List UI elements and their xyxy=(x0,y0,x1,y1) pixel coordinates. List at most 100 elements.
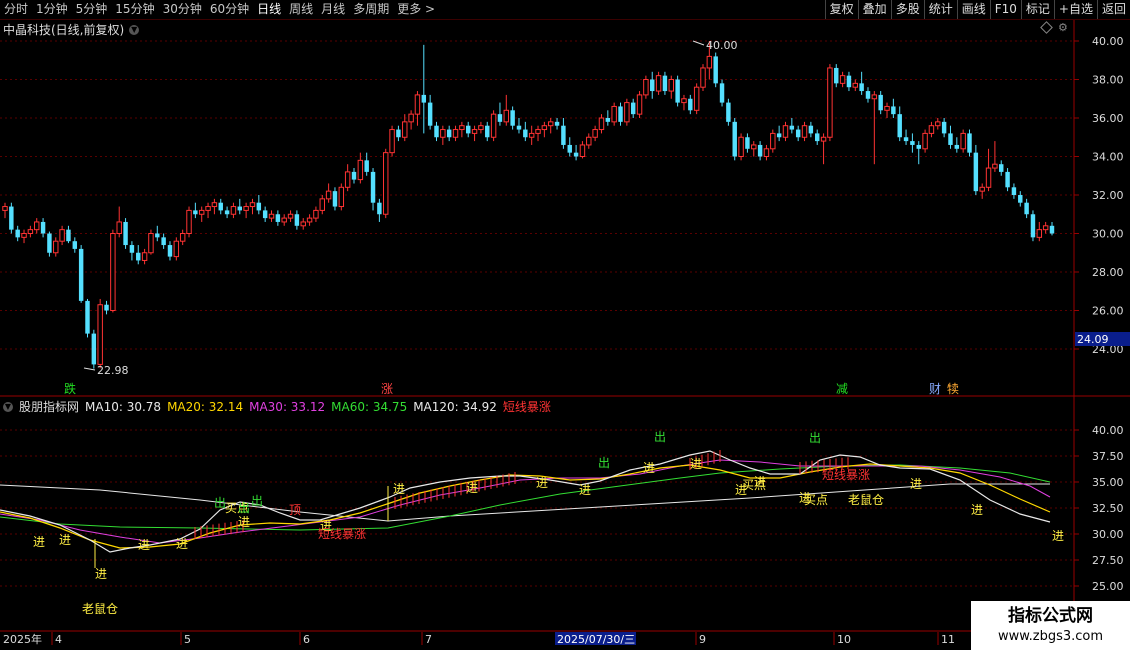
period-tab[interactable]: 1分钟 xyxy=(32,0,72,19)
candle-body xyxy=(827,67,833,138)
candle-body xyxy=(859,83,864,92)
period-tab[interactable]: 分时 xyxy=(0,0,32,19)
period-tab[interactable]: 5分钟 xyxy=(72,0,112,19)
indicator-axis-label: 37.50 xyxy=(1092,450,1124,463)
candle-body xyxy=(408,113,414,123)
gear-icon[interactable]: ⚙ xyxy=(1058,21,1068,34)
candle-body xyxy=(1049,225,1055,234)
toolbar-action-button[interactable]: 标记 xyxy=(1020,0,1054,19)
candle-body xyxy=(510,110,515,126)
candle-body xyxy=(839,75,846,84)
candle-body xyxy=(198,209,205,215)
candle-body xyxy=(148,233,154,254)
event-marker-fall[interactable]: 跌 xyxy=(64,381,76,396)
candle-body xyxy=(446,129,452,138)
price-axis-labels: 40.00 38.00 36.00 34.00 32.00 30.00 28.00 26.00… xyxy=(1074,35,1124,356)
event-marker-rise[interactable]: 涨 xyxy=(381,381,393,396)
candle-body xyxy=(1011,187,1017,195)
signal-in: 进 xyxy=(238,515,250,529)
toolbar: 分时 1分钟 5分钟 15分钟 30分钟 60分钟 日线 周线 月线 多周期 更多 > 复权 叠加 多股… xyxy=(0,0,1130,20)
candle-body xyxy=(897,114,902,138)
candle-body xyxy=(440,129,446,138)
indicator-name[interactable]: 股朋指标网 xyxy=(19,398,79,415)
signal-in: 进 xyxy=(799,491,811,505)
candle-body xyxy=(294,214,300,226)
event-marker-other[interactable]: 犊 xyxy=(947,382,959,396)
indicator-value: MA120: 34.92 xyxy=(413,399,497,414)
candle-body xyxy=(763,148,770,158)
indicator-axis-label: 27.50 xyxy=(1092,554,1124,567)
candle-body xyxy=(598,117,605,131)
price-label: 28.00 xyxy=(1092,266,1124,279)
candle-body xyxy=(726,102,731,122)
indicator-value: 短线暴涨 xyxy=(502,400,551,414)
signal-in: 进 xyxy=(754,475,766,489)
chevron-down-icon[interactable]: ▼ xyxy=(3,401,13,412)
diamond-icon[interactable] xyxy=(1040,21,1053,34)
candle-body xyxy=(948,133,953,145)
candle-body xyxy=(922,132,928,150)
date-label: 11 xyxy=(941,633,955,646)
candle-body xyxy=(801,125,808,138)
chevron-down-icon[interactable]: ▼ xyxy=(129,24,140,35)
candle-body xyxy=(928,125,935,134)
period-tab[interactable]: 更多 > xyxy=(393,0,439,19)
candle-body xyxy=(561,125,566,145)
candle-body xyxy=(211,202,218,208)
indicator-grid xyxy=(0,429,1074,587)
surge-hatch xyxy=(194,450,849,539)
signal-in: 进 xyxy=(690,457,702,471)
toolbar-actions: 复权 叠加 多股 统计 画线 F10 标记 +自选 返回 xyxy=(824,0,1130,19)
candle-body xyxy=(573,152,579,157)
period-tab[interactable]: 30分钟 xyxy=(159,0,206,19)
period-tab[interactable]: 60分钟 xyxy=(206,0,253,19)
candle-body xyxy=(662,75,668,92)
candle-body xyxy=(377,202,382,215)
ma20-line xyxy=(0,463,1051,549)
candle-body xyxy=(516,125,522,130)
toolbar-action-button[interactable]: 画线 xyxy=(956,0,990,19)
main-chart[interactable]: 40.00 38.00 36.00 34.00 32.00 30.00 28.00 26.00… xyxy=(0,0,1130,650)
period-tab[interactable]: 月线 xyxy=(317,0,349,19)
candlestick-series xyxy=(2,41,1055,369)
toolbar-action-button[interactable]: 返回 xyxy=(1096,0,1130,19)
toolbar-action-button[interactable]: 统计 xyxy=(923,0,957,19)
candle-body xyxy=(40,221,46,234)
candle-body xyxy=(427,102,433,126)
price-label: 30.00 xyxy=(1092,228,1124,241)
period-tabs: 分时 1分钟 5分钟 15分钟 30分钟 60分钟 日线 周线 月线 多周期 更多 > xyxy=(0,0,439,19)
candle-body xyxy=(478,125,484,131)
toolbar-action-button[interactable]: 复权 xyxy=(824,0,858,19)
candle-body xyxy=(364,160,369,172)
price-label: 26.00 xyxy=(1092,305,1124,318)
candle-body xyxy=(973,152,979,192)
price-label: 34.00 xyxy=(1092,151,1124,164)
candle-body xyxy=(465,125,471,134)
period-tab[interactable]: 日线 xyxy=(253,0,285,19)
chart-header: 中晶科技(日线,前复权) ▼ xyxy=(3,21,140,38)
indicator-signals: 进 进 进 进 进 出 买点 出 出 进 顶 进 短线暴涨 进 进 进 进 出 … xyxy=(33,430,1064,616)
signal-out: 出 xyxy=(214,496,226,510)
candle-body xyxy=(66,229,71,242)
toolbar-action-button[interactable]: +自选 xyxy=(1053,0,1097,19)
candle-body xyxy=(27,229,34,234)
candle-body xyxy=(383,152,389,215)
period-tab[interactable]: 多周期 xyxy=(349,0,393,19)
candle-body xyxy=(173,240,180,258)
date-label: 6 xyxy=(303,633,310,646)
candle-body xyxy=(979,186,985,192)
candle-body xyxy=(738,136,744,157)
period-tab[interactable]: 15分钟 xyxy=(111,0,158,19)
signal-in: 进 xyxy=(971,503,983,517)
event-marker-finance[interactable]: 财 xyxy=(929,382,941,396)
candle-body xyxy=(650,79,655,92)
candle-body xyxy=(136,252,141,261)
candle-body xyxy=(776,133,782,138)
signal-buy: 买点 xyxy=(742,478,766,492)
toolbar-action-button[interactable]: 多股 xyxy=(890,0,924,19)
event-marker-reduce[interactable]: 减 xyxy=(836,382,848,396)
period-tab[interactable]: 周线 xyxy=(285,0,317,19)
toolbar-action-button[interactable]: 叠加 xyxy=(857,0,891,19)
candle-body xyxy=(396,129,401,138)
toolbar-action-button[interactable]: F10 xyxy=(989,0,1021,19)
